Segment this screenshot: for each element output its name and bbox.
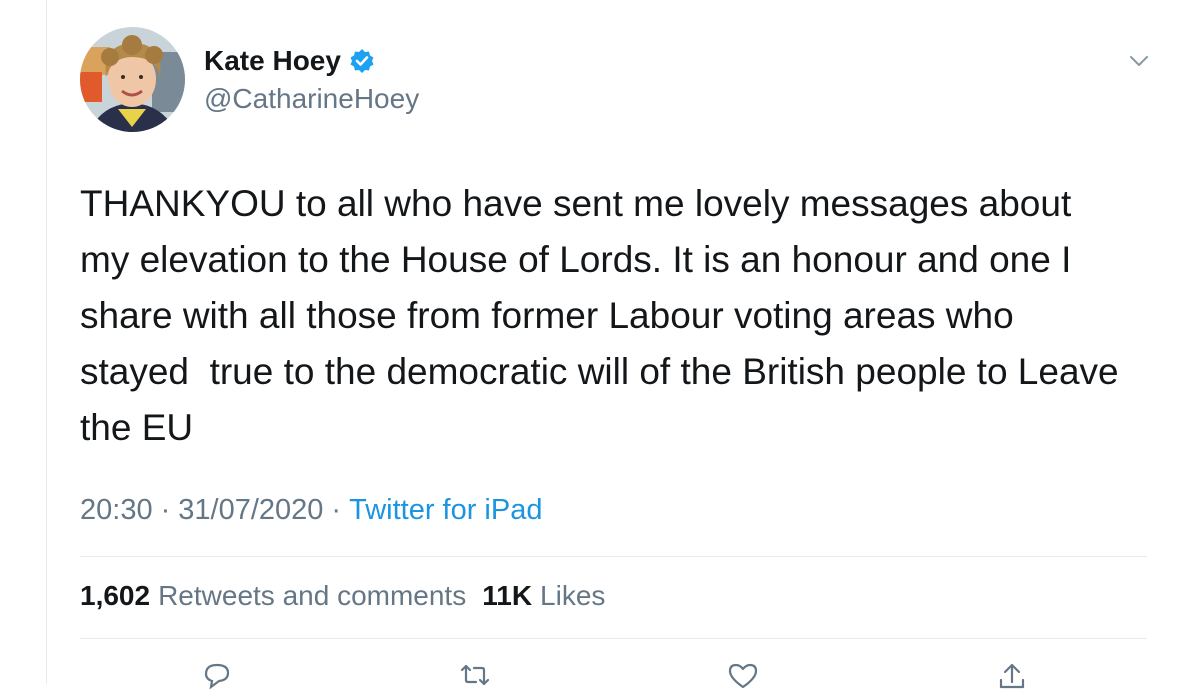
likes-count: 11K xyxy=(482,580,533,611)
divider xyxy=(80,556,1147,557)
avatar[interactable] xyxy=(80,27,185,132)
author-name[interactable]: Kate Hoey xyxy=(204,45,341,77)
separator-dot: · xyxy=(331,494,342,526)
divider xyxy=(80,638,1147,639)
timeline-left-border xyxy=(0,0,47,684)
verified-badge-icon xyxy=(349,48,375,74)
likes-stat[interactable]: 11K Likes xyxy=(482,580,605,612)
tweet-date[interactable]: 31/07/2020 xyxy=(178,494,323,527)
avatar-photo xyxy=(80,27,185,132)
retweets-stat[interactable]: 1,602 Retweets and comments xyxy=(80,580,466,612)
like-icon[interactable] xyxy=(726,660,760,690)
tweet-text: THANKYOU to all who have sent me lovely … xyxy=(80,183,1119,448)
reply-icon[interactable] xyxy=(200,660,234,690)
tweet-stats: 1,602 Retweets and comments 11K Likes xyxy=(80,580,605,612)
author-handle[interactable]: @CatharineHoey xyxy=(204,83,419,115)
retweets-label: Retweets and comments xyxy=(158,580,467,611)
tweet-source-link[interactable]: Twitter for iPad xyxy=(349,494,542,527)
tweet-metadata: 20:30 · 31/07/2020 · Twitter for iPad xyxy=(80,494,542,527)
tweet-time[interactable]: 20:30 xyxy=(80,494,153,527)
retweet-icon[interactable] xyxy=(458,660,492,690)
share-icon[interactable] xyxy=(995,660,1029,690)
retweets-count: 1,602 xyxy=(80,580,151,611)
separator-dot: · xyxy=(160,494,171,526)
chevron-down-icon[interactable] xyxy=(1127,52,1151,70)
likes-label: Likes xyxy=(540,580,606,611)
tweet-card: Kate Hoey @CatharineHoey THANKYOU to all… xyxy=(47,0,1200,690)
tweet-author: Kate Hoey @CatharineHoey xyxy=(204,43,419,115)
